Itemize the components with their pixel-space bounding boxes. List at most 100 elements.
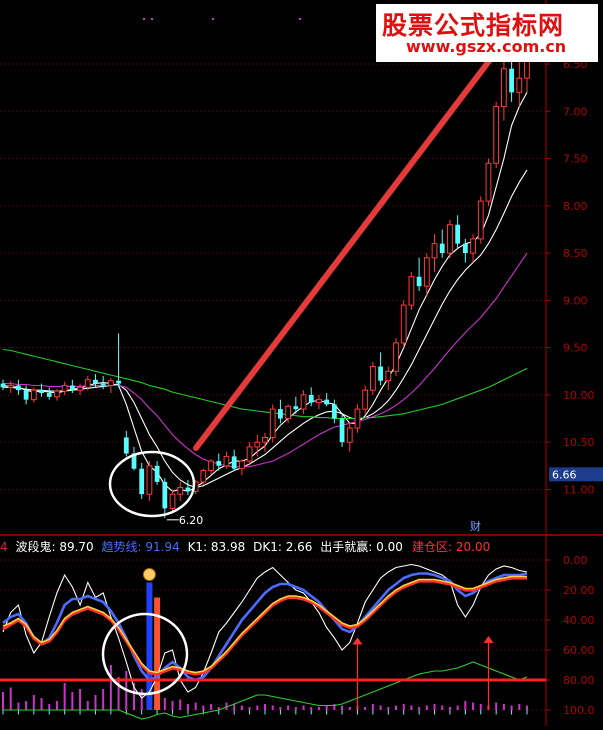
indicator-value-k1: K1: 83.98 (187, 540, 246, 554)
candle-body-down (116, 380, 121, 384)
candle-body-up (177, 487, 184, 495)
candle-body-up (61, 384, 68, 392)
indicator-value-bodg: 波段鬼: 89.70 (15, 540, 94, 554)
candle-body-up (369, 366, 376, 391)
candle-body-down (278, 409, 283, 419)
candle-body-up (447, 224, 453, 254)
candle-body-up (423, 257, 430, 287)
price-tick-label: 10.50 (563, 436, 595, 449)
watermark-url: www.gszx.com.cn (406, 37, 567, 56)
candle-body-down (416, 276, 422, 287)
candle-body-down (69, 385, 75, 391)
stock-chart[interactable]: 11.00 10.50 10.00 9.50 9.00 8.50 8.00 7.50 7.00 6… (0, 0, 603, 726)
candle-body-down (439, 243, 445, 254)
candle-body-up (269, 408, 276, 438)
price-tick-label: 9.50 (563, 342, 588, 355)
candle-body-down (139, 468, 145, 495)
candle-body-down (509, 68, 514, 93)
indicator-tick-label: 60.00 (563, 644, 595, 657)
candle-body-up (223, 455, 230, 467)
indicator-value-trend: 趋势线: 91.94 (101, 540, 180, 554)
candle-body-down (308, 394, 314, 403)
candle-body-up (516, 77, 523, 93)
candle-body-up (285, 405, 292, 420)
price-tick-label: 10.00 (563, 389, 595, 402)
candle-body-up (354, 408, 361, 429)
candle-body-up (146, 465, 153, 495)
candle-body-down (231, 456, 237, 469)
zone-label: 建仓区: 20.00 (412, 540, 491, 554)
candle-body-up (493, 106, 500, 164)
candle-body-up (7, 384, 14, 388)
finance-marker-label: 财 (470, 519, 481, 533)
candle-body-down (462, 243, 468, 254)
candle-body-up (470, 238, 476, 254)
candle-body-up (262, 436, 268, 443)
candle-body-down (455, 224, 461, 244)
candle-body-down (324, 399, 330, 405)
price-tick-label: 9.00 (563, 294, 588, 307)
candle-body-up (431, 243, 438, 259)
candle-body-up (485, 162, 492, 202)
candle-body-up (107, 380, 114, 386)
price-tick-label: 7.50 (563, 153, 588, 166)
candle-body-down (331, 404, 337, 419)
indicator-tick-label: 40.00 (563, 614, 595, 627)
money-bag-icon (142, 568, 156, 581)
candle-body-up (77, 386, 83, 391)
candle-body-up (200, 470, 207, 483)
top-marker-dot (151, 18, 153, 20)
candle-body-up (30, 389, 37, 401)
candle-body-up (254, 441, 261, 448)
candle-body-up (362, 389, 369, 410)
current-price-label: 6.66 (552, 468, 577, 481)
candle-body-down (123, 437, 129, 454)
candle-body-down (185, 487, 191, 492)
indicator-value-win: 出手就赢: 0.00 (320, 540, 403, 554)
indicator-tick-label: 0.00 (563, 554, 588, 567)
candle-body-up (238, 460, 245, 470)
candle-body-up (208, 460, 214, 472)
price-tick-label: 8.00 (563, 200, 588, 213)
candle-body-down (46, 393, 52, 397)
top-marker-dot (212, 18, 214, 20)
candle-body-down (0, 383, 6, 388)
indicator-value-dk1: DK1: 2.66 (253, 540, 313, 554)
candle-body-down (23, 390, 29, 400)
candle-body-up (477, 200, 484, 240)
top-marker-dot (143, 18, 145, 20)
low-price-label: 6.20 (179, 514, 204, 527)
indicator-panel-index: 4 (0, 540, 8, 554)
candle-body-down (378, 366, 383, 381)
candle-body-up (393, 342, 399, 372)
candle-body-down (216, 461, 222, 466)
watermark-banner: 股票公式指标网 www.gszx.com.cn (376, 4, 598, 62)
candle-body-down (39, 390, 44, 394)
candle-body-down (16, 385, 21, 391)
candle-body-up (300, 394, 307, 410)
candle-body-down (162, 481, 168, 509)
candle-body-up (169, 493, 176, 509)
candle-body-up (385, 370, 392, 382)
candle-body-up (246, 446, 253, 462)
candle-body-up (408, 276, 415, 306)
candle-body-down (339, 418, 345, 443)
indicator-tick-label: 100.0 (563, 704, 595, 717)
candle-body-up (346, 427, 353, 443)
chart-background (0, 0, 603, 726)
price-tick-label: 7.00 (563, 105, 588, 118)
indicator-tick-label: 20.00 (563, 584, 595, 597)
indicator-header: 4 波段鬼: 89.70 趋势线: 91.94 K1: 83.98 DK1: 2… (0, 538, 407, 554)
candle-body-down (93, 379, 98, 384)
candle-body-up (400, 304, 407, 344)
candle-body-down (100, 383, 106, 386)
chart-stage: 11.00 10.50 10.00 9.50 9.00 8.50 8.00 7.50 7.00 6… (0, 0, 603, 726)
candle-body-up (54, 390, 60, 398)
price-tick-label: 11.00 (563, 483, 595, 496)
candle-body-up (316, 399, 322, 403)
candle-body-up (84, 379, 91, 388)
top-marker-dot (299, 18, 301, 20)
candle-body-down (154, 465, 160, 482)
price-tick-label: 8.50 (563, 247, 588, 260)
candle-body-down (293, 406, 299, 410)
